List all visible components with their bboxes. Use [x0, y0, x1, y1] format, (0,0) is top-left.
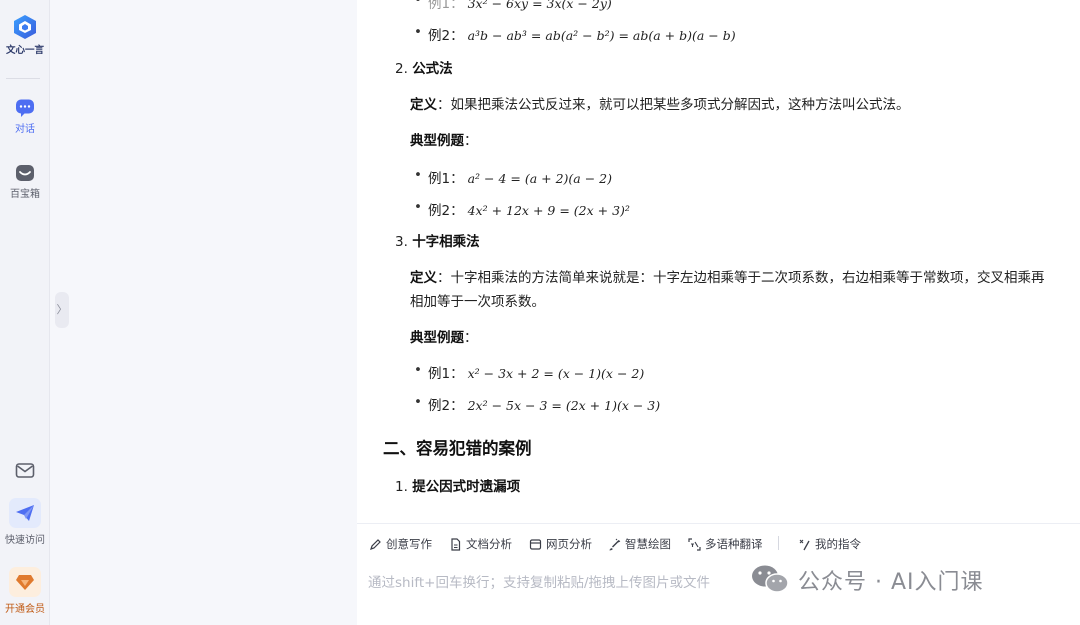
section-heading: 2. 公式法 [395, 57, 453, 77]
definition-text: ：如果把乘法公式反过来，就可以把某些多项式分解因式，这种方法叫公式法。 [437, 97, 910, 113]
tool-my-commands[interactable]: 我的指令 [798, 536, 861, 552]
definition-text: ：十字相乘法的方法简单来说就是：十字左边相乘等于二次项系数，右边相乘等于常数项，… [437, 270, 1045, 286]
section-h2: 二、容易犯错的案例 [383, 439, 532, 458]
section-number: 2. [395, 61, 408, 77]
definition-paragraph: 定义：十字相乘法的方法简单来说就是：十字左边相乘等于二次项系数，右边相乘等于常数… [410, 266, 1045, 286]
tool-smart-drawing[interactable]: 智慧绘图 [608, 536, 671, 552]
math-formula: 4x² + 12x + 9 = (2x + 3)² [467, 203, 630, 218]
watermark: 公众号 · AI入门课 [750, 564, 984, 596]
browser-icon [529, 539, 542, 550]
chat-input[interactable]: 通过shift+回车换行；支持复制粘贴/拖拽上传图片或文件 [368, 571, 710, 591]
list-item: 例2：4x² + 12x + 9 = (2x + 3)² [414, 199, 630, 219]
rail-item-chat[interactable]: 对话 [0, 98, 50, 135]
example-label: 例1： [428, 0, 464, 12]
section-number: 3. [395, 234, 408, 250]
section-title: 十字相乘法 [412, 234, 480, 250]
wechat-icon [752, 565, 789, 593]
rail-label-vip: 开通会员 [5, 604, 45, 615]
toolbox-icon [16, 165, 34, 181]
translate-icon [688, 538, 701, 551]
rail-item-toolbox[interactable]: 百宝箱 [0, 163, 50, 200]
math-formula: a³b − ab³ = ab(a² − b²) = ab(a + b)(a − … [467, 28, 736, 43]
paper-plane-icon [16, 505, 34, 521]
tool-creative-writing[interactable]: 创意写作 [369, 536, 432, 552]
math-formula: x² − 3x + 2 = (x − 1)(x − 2) [467, 366, 645, 381]
tool-label: 网页分析 [546, 537, 592, 551]
expand-sidebar-button[interactable]: 〉 [55, 292, 69, 328]
math-formula: a² − 4 = (a + 2)(a − 2) [467, 171, 613, 186]
examples-heading: 典型例题： [410, 129, 478, 149]
section-heading: 1. 提公因式时遗漏项 [395, 475, 520, 495]
tool-document-analysis[interactable]: 文档分析 [449, 536, 512, 552]
tool-label: 多语种翻译 [705, 537, 763, 551]
examples-label: 典型例题 [410, 330, 464, 346]
pen-icon [370, 539, 381, 550]
quick-access-tile [9, 498, 41, 528]
definition-continuation: 相加等于一次项系数。 [410, 290, 545, 310]
definition-label: 定义 [410, 270, 437, 286]
rail-label-chat: 对话 [15, 124, 35, 135]
tool-label: 创意写作 [386, 537, 432, 551]
math-formula: 3x² − 6xy = 3x(x − 2y) [467, 0, 612, 11]
input-panel: 创意写作 文档分析 网页分析 智慧绘图 多语种翻译 我的指令 通过shift+回… [357, 523, 1080, 625]
tool-label: 文档分析 [466, 537, 512, 551]
tool-translation[interactable]: 多语种翻译 [688, 536, 763, 552]
examples-label: 典型例题 [410, 133, 464, 149]
brush-icon [609, 538, 621, 551]
tool-label: 智慧绘图 [625, 537, 671, 551]
definition-text: 相加等于一次项系数。 [410, 294, 545, 310]
math-formula: 2x² − 5x − 3 = (2x + 1)(x − 3) [467, 398, 661, 413]
example-label: 例1： [428, 171, 464, 187]
watermark-text: 公众号 · AI入门课 [798, 570, 984, 595]
logo-text: 文心一言 [5, 45, 44, 56]
command-icon [799, 539, 810, 551]
examples-colon: ： [464, 133, 478, 149]
list-item: 例2：a³b − ab³ = ab(a² − b²) = ab(a + b)(a… [414, 24, 736, 44]
example-label: 例2： [428, 398, 464, 414]
section-heading: 3. 十字相乘法 [395, 230, 480, 250]
rail-label-quick-access: 快速访问 [5, 535, 45, 546]
list-item: 例2：2x² − 5x − 3 = (2x + 1)(x − 3) [414, 394, 661, 414]
diamond-icon [16, 575, 34, 590]
logo-icon [14, 15, 36, 39]
chat-bubble-icon [16, 99, 34, 117]
definition-paragraph: 定义：如果把乘法公式反过来，就可以把某些多项式分解因式，这种方法叫公式法。 [410, 93, 910, 113]
toolbar-divider [778, 536, 779, 550]
tool-web-analysis[interactable]: 网页分析 [529, 536, 592, 552]
examples-heading: 典型例题： [410, 326, 478, 346]
rail-label-toolbox: 百宝箱 [10, 189, 40, 200]
section-title: 提公因式时遗漏项 [412, 479, 521, 495]
document-icon [451, 538, 461, 551]
list-item: 例1：x² − 3x + 2 = (x − 1)(x − 2) [414, 362, 645, 382]
rail-item-mail[interactable] [0, 462, 50, 482]
mail-icon [15, 463, 35, 478]
vip-tile [9, 567, 41, 597]
chevron-right-icon: 〉 [56, 303, 68, 316]
list-item: 例1：a² − 4 = (a + 2)(a − 2) [414, 167, 613, 187]
chat-response: 例1：3x² − 6xy = 3x(x − 2y) 例2：a³b − ab³ =… [357, 0, 1080, 523]
definition-label: 定义 [410, 97, 437, 113]
section-title: 公式法 [412, 61, 453, 77]
app-sidebar: 文心一言 对话 百宝箱 快速访问 开通会员 [0, 0, 50, 625]
example-label: 例2： [428, 28, 464, 44]
tool-label: 我的指令 [815, 537, 861, 551]
examples-colon: ： [464, 330, 478, 346]
example-label: 例2： [428, 203, 464, 219]
prompt-toolbar: 创意写作 文档分析 网页分析 智慧绘图 多语种翻译 我的指令 [357, 524, 1080, 562]
rail-item-quick-access[interactable]: 快速访问 [0, 498, 50, 546]
rail-item-vip[interactable]: 开通会员 [0, 567, 50, 615]
section-number: 1. [395, 479, 408, 495]
app-logo[interactable]: 文心一言 [0, 14, 50, 56]
list-item: 例1：3x² − 6xy = 3x(x − 2y) [414, 0, 612, 12]
history-panel [50, 0, 357, 625]
rail-divider [6, 78, 40, 79]
example-label: 例1： [428, 366, 464, 382]
